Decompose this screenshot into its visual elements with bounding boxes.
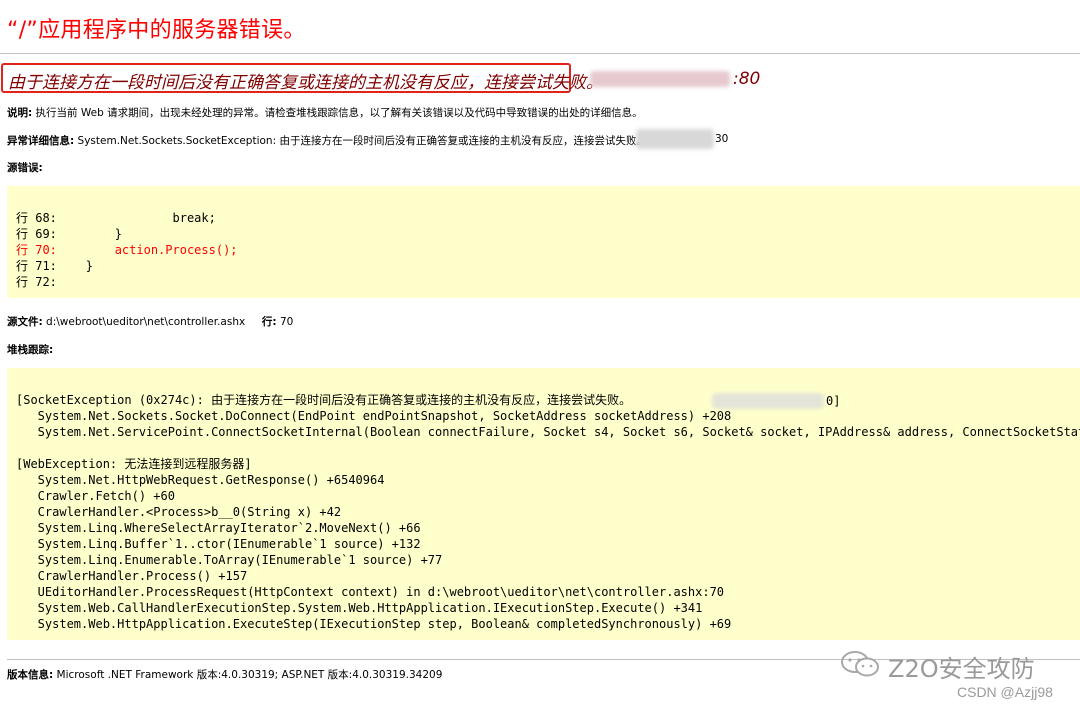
- stack-line: System.Web.CallHandlerExecutionStep.Syst…: [16, 601, 703, 615]
- error-message-port: :80: [733, 69, 761, 89]
- version-row: 版本信息: Microsoft .NET Framework 版本:4.0.30…: [7, 667, 442, 682]
- source-file-row: 源文件: d:\webroot\ueditor\net\controller.a…: [7, 314, 293, 329]
- stack-line-tail: 0]: [826, 394, 841, 408]
- source-error-label-text: 源错误:: [7, 162, 43, 174]
- error-message: 由于连接方在一段时间后没有正确答复或连接的主机没有反应，连接尝试失败。: [8, 73, 603, 93]
- stack-trace-code-block: [SocketException (0x274c): 由于连接方在一段时间后没有…: [7, 368, 1080, 640]
- code-line: 行 68: break;: [16, 211, 216, 225]
- source-file-path: d:\webroot\ueditor\net\controller.ashx: [46, 316, 246, 328]
- wechat-icon: [841, 651, 879, 677]
- title-divider: [0, 53, 1080, 54]
- stack-trace-label: 堆栈跟踪:: [7, 342, 53, 357]
- stack-line: [WebException: 无法连接到远程服务器]: [16, 457, 252, 471]
- redacted-address: [712, 393, 824, 409]
- source-error-label: 源错误:: [7, 160, 43, 175]
- stack-line: System.Linq.Buffer`1..ctor(IEnumerable`1…: [16, 537, 421, 551]
- stack-line: Crawler.Fetch() +60: [16, 489, 175, 503]
- stack-line: System.Net.ServicePoint.ConnectSocketInt…: [16, 425, 1080, 439]
- code-line-error: 行 70: action.Process();: [16, 243, 238, 257]
- version-label: 版本信息:: [7, 669, 54, 681]
- stack-line: [SocketException (0x274c): 由于连接方在一段时间后没有…: [16, 393, 632, 407]
- description-row: 说明: 执行当前 Web 请求期间，出现未经处理的异常。请检查堆栈跟踪信息，以了…: [7, 105, 643, 120]
- exception-details-tail: 30: [715, 133, 729, 145]
- redacted-address: [636, 129, 714, 149]
- code-line: 行 71: }: [16, 259, 94, 273]
- source-file-label: 源文件:: [7, 316, 43, 328]
- stack-line: System.Linq.Enumerable.ToArray(IEnumerab…: [16, 553, 443, 567]
- code-line: 行 72:: [16, 275, 57, 289]
- stack-line: System.Web.HttpApplication.ExecuteStep(I…: [16, 617, 732, 631]
- stack-line: System.Net.HttpWebRequest.GetResponse() …: [16, 473, 385, 487]
- source-file-line: 70: [279, 316, 294, 328]
- description-label: 说明:: [7, 107, 33, 119]
- watermark-brand: Z2O安全攻防: [888, 655, 1035, 683]
- version-text: Microsoft .NET Framework 版本:4.0.30319; A…: [56, 669, 443, 681]
- exception-details-row: 异常详细信息: System.Net.Sockets.SocketExcepti…: [7, 133, 647, 148]
- watermark-credit: CSDN @Azjj98: [957, 684, 1053, 700]
- stack-line: System.Net.Sockets.Socket.DoConnect(EndP…: [16, 409, 732, 423]
- stack-line: CrawlerHandler.<Process>b__0(String x) +…: [16, 505, 342, 519]
- stack-trace-label-text: 堆栈跟踪:: [7, 344, 54, 356]
- source-file-line-label: 行:: [261, 316, 277, 328]
- stack-line: System.Linq.WhereSelectArrayIterator`2.M…: [16, 521, 421, 535]
- stack-line: UEditorHandler.ProcessRequest(HttpContex…: [16, 585, 725, 599]
- source-error-code-block: 行 68: break; 行 69: } 行 70: action.Proces…: [7, 186, 1080, 298]
- exception-details-text: System.Net.Sockets.SocketException: 由于连接…: [77, 135, 647, 147]
- exception-details-label: 异常详细信息:: [7, 135, 75, 147]
- code-line: 行 69: }: [16, 227, 122, 241]
- redacted-address: [590, 71, 730, 87]
- page-title: “/”应用程序中的服务器错误。: [7, 18, 306, 43]
- description-text: 执行当前 Web 请求期间，出现未经处理的异常。请检查堆栈跟踪信息，以了解有关该…: [35, 107, 643, 119]
- stack-line: CrawlerHandler.Process() +157: [16, 569, 248, 583]
